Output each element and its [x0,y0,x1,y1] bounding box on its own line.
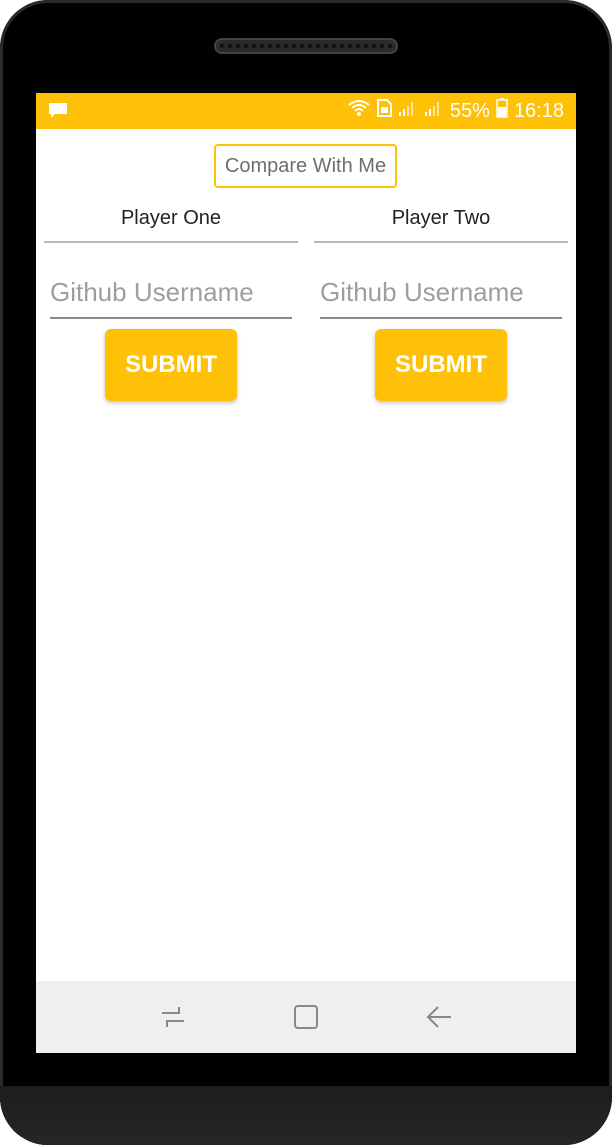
sim-icon [376,99,392,123]
navigation-bar [36,981,576,1053]
back-icon[interactable] [423,1001,455,1033]
signal-icon [398,99,418,123]
player-two-divider [314,241,568,243]
signal-icon [424,99,444,123]
speaker-grille [214,38,398,54]
player-two-username-input[interactable] [320,273,562,319]
player-two-label: Player Two [391,207,491,229]
status-bar: 55% 16:18 [36,93,576,129]
compare-with-me-button[interactable]: Compare With Me [214,144,397,188]
player-one-submit-button[interactable]: SUBMIT [105,329,237,401]
message-icon [48,102,68,120]
home-icon[interactable] [290,1001,322,1033]
battery-percent: 55% [449,99,490,122]
phone-frame: 55% 16:18 Compare With Me Player One SUB… [0,0,612,1145]
screen: 55% 16:18 Compare With Me Player One SUB… [36,93,576,1053]
clock: 16:18 [513,99,564,122]
wifi-icon [348,99,370,123]
phone-chin [0,1086,612,1145]
battery-icon [496,98,508,124]
player-two-submit-button[interactable]: SUBMIT [375,329,507,401]
player-one-username-input[interactable] [50,273,292,319]
player-one-divider [44,241,298,243]
recent-apps-icon[interactable] [157,1001,189,1033]
player-one-label: Player One [120,207,222,229]
